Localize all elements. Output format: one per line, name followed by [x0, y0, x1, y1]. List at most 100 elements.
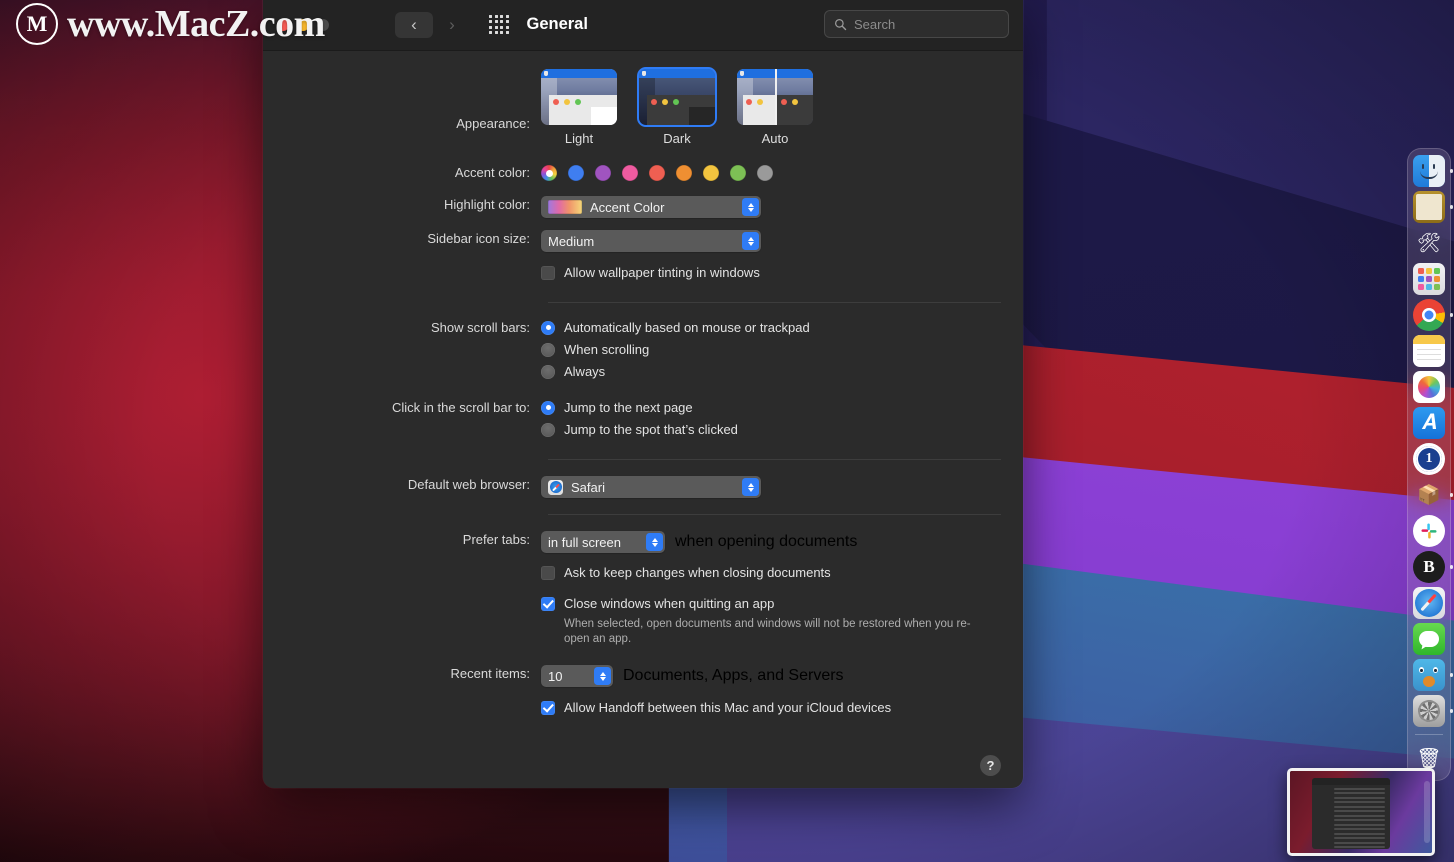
dock-item-1password[interactable]: 1 [1413, 443, 1445, 475]
search-icon [835, 18, 847, 30]
forward-button[interactable]: › [433, 12, 471, 38]
show-scroll-bars-label: Show scroll bars: [431, 320, 530, 335]
scroll-bars-label-when-scrolling: When scrolling [564, 342, 650, 357]
ask-keep-changes-checkbox[interactable] [541, 565, 555, 580]
scroll-bars-option-when-scrolling[interactable]: When scrolling [541, 341, 1001, 358]
zoom-window-button[interactable] [317, 18, 329, 31]
show-all-preferences-icon[interactable] [489, 14, 509, 35]
scroll-bars-option-always[interactable]: Always [541, 363, 1001, 380]
search-box[interactable] [824, 10, 1009, 38]
appearance-thumb-light[interactable] [541, 69, 617, 125]
accent-swatch-orange[interactable] [676, 165, 692, 181]
accent-swatch-purple[interactable] [595, 165, 611, 181]
ask-keep-changes-option[interactable]: Ask to keep changes when closing documen… [541, 564, 1001, 581]
close-window-button[interactable] [277, 18, 289, 31]
appearance-options: Light Dark Auto [541, 67, 1001, 146]
search-input[interactable] [854, 16, 999, 32]
cleaner-icon [1413, 695, 1445, 727]
help-button[interactable]: ? [980, 755, 1001, 776]
running-indicator [1449, 565, 1453, 569]
recent-items-row: Recent items: 10 Documents, Apps, and Se… [263, 665, 1001, 687]
click-scroll-radio-next-page[interactable] [541, 400, 555, 415]
click-scroll-option-next-page[interactable]: Jump to the next page [541, 399, 1001, 416]
accent-swatch-multicolor[interactable] [541, 165, 557, 181]
dock-item-photos[interactable] [1413, 371, 1445, 403]
dock-item-launchpad[interactable] [1413, 263, 1445, 295]
close-windows-option[interactable]: Close windows when quitting an app [541, 595, 1001, 612]
dock-item-messages[interactable] [1413, 623, 1445, 655]
appearance-label-auto: Auto [761, 131, 789, 146]
screenshot-thumbnail[interactable] [1287, 768, 1435, 856]
click-scroll-label-spot: Jump to the spot that’s clicked [564, 422, 738, 437]
close-windows-row: Close windows when quitting an app When … [263, 595, 1001, 647]
sidebar-icon-size-label: Sidebar icon size: [427, 231, 530, 246]
dock-item-slack[interactable] [1413, 515, 1445, 547]
dock-item-safari[interactable] [1413, 587, 1445, 619]
dock-separator [1415, 734, 1443, 735]
default-browser-row: Default web browser: Safari [263, 476, 1001, 498]
default-browser-select[interactable]: Safari [541, 476, 761, 498]
accent-swatch-graphite[interactable] [757, 165, 773, 181]
click-scroll-option-spot[interactable]: Jump to the spot that’s clicked [541, 421, 1001, 438]
dock-item-tools[interactable]: 🛠 [1413, 227, 1445, 259]
ask-keep-changes-row: Ask to keep changes when closing documen… [263, 564, 1001, 586]
default-browser-value: Safari [571, 479, 605, 495]
chevron-updown-icon [742, 232, 759, 250]
appearance-option-dark[interactable]: Dark [637, 67, 717, 146]
chevron-updown-icon [742, 198, 759, 216]
appearance-option-light[interactable]: Light [541, 69, 617, 146]
accent-swatch-blue[interactable] [568, 165, 584, 181]
scroll-bars-radio-always[interactable] [541, 364, 555, 379]
dock-item-notes[interactable] [1413, 335, 1445, 367]
wallpaper-tinting-checkbox[interactable] [541, 265, 555, 280]
wallpaper-tinting-option[interactable]: Allow wallpaper tinting in windows [541, 264, 1001, 281]
accent-color-label: Accent color: [454, 165, 530, 180]
recent-items-select[interactable]: 10 [541, 665, 613, 687]
recent-items-value: 10 [548, 668, 563, 684]
appearance-thumb-dark[interactable] [637, 67, 717, 127]
dock-item-bear[interactable]: B [1413, 551, 1453, 583]
highlight-color-select[interactable]: Accent Color [541, 196, 761, 218]
accent-swatch-pink[interactable] [622, 165, 638, 181]
recent-items-label: Recent items: [450, 666, 530, 681]
tools-icon: 🛠 [1416, 233, 1442, 254]
accent-swatch-red[interactable] [649, 165, 665, 181]
dock-item-unarchiver[interactable]: 📦 [1413, 479, 1453, 511]
accent-swatch-green[interactable] [730, 165, 746, 181]
back-button[interactable]: ‹ [395, 11, 433, 38]
dock: 🛠 𝑨 1 📦 B 🗑 [1407, 148, 1453, 781]
close-windows-checkbox[interactable] [541, 596, 555, 611]
highlight-color-label: Highlight color: [444, 197, 530, 212]
dock-item-finder[interactable] [1413, 155, 1453, 187]
minimize-window-button[interactable] [297, 18, 309, 31]
thumbnail-dock [1424, 781, 1430, 843]
appearance-thumb-auto[interactable] [737, 69, 813, 125]
scroll-bars-label-auto: Automatically based on mouse or trackpad [564, 320, 810, 335]
dock-item-cleaner[interactable] [1413, 695, 1453, 727]
wallpaper-tinting-row: Allow wallpaper tinting in windows [263, 264, 1001, 286]
scroll-bars-radio-auto[interactable] [541, 320, 555, 335]
bear-icon: B [1413, 551, 1445, 583]
tweetbot-icon [1413, 659, 1445, 691]
scroll-bars-radio-when-scrolling[interactable] [541, 342, 555, 357]
chevron-updown-icon [742, 478, 759, 496]
dock-item-tweetbot[interactable] [1413, 659, 1453, 691]
handoff-label: Allow Handoff between this Mac and your … [564, 700, 892, 715]
click-scroll-bar-row: Click in the scroll bar to: Jump to the … [263, 399, 1001, 443]
ask-keep-changes-label: Ask to keep changes when closing documen… [564, 565, 831, 580]
click-scroll-radio-spot[interactable] [541, 422, 555, 437]
handoff-option[interactable]: Allow Handoff between this Mac and your … [541, 699, 1001, 716]
scroll-bars-option-auto[interactable]: Automatically based on mouse or trackpad [541, 319, 1001, 336]
running-indicator [1449, 673, 1453, 677]
close-windows-label: Close windows when quitting an app [564, 596, 775, 611]
accent-swatch-yellow[interactable] [703, 165, 719, 181]
dock-item-chrome[interactable] [1413, 299, 1453, 331]
dock-item-app-store[interactable]: 𝑨 [1413, 407, 1445, 439]
appearance-option-auto[interactable]: Auto [737, 69, 813, 146]
dock-item-files[interactable] [1413, 191, 1453, 223]
close-windows-note: When selected, open documents and window… [564, 618, 971, 645]
sidebar-icon-size-select[interactable]: Medium [541, 230, 761, 252]
prefer-tabs-select[interactable]: in full screen [541, 531, 665, 553]
prefer-tabs-suffix: when opening documents [675, 533, 858, 550]
handoff-checkbox[interactable] [541, 700, 555, 715]
